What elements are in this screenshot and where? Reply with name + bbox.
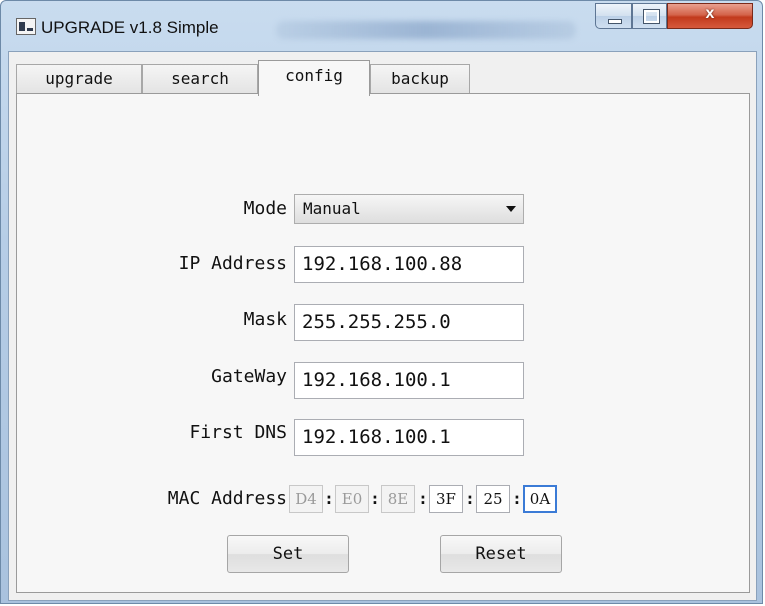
tab-config[interactable]: config (258, 60, 370, 96)
title-bar[interactable]: UPGRADE v1.8 Simple x (1, 1, 762, 51)
mac-address-label: MAC Address (167, 488, 287, 509)
close-icon: x (705, 5, 715, 22)
ip-address-label: IP Address (178, 253, 287, 274)
mac-separator: : (324, 489, 334, 508)
mode-select-value: Manual (303, 199, 361, 218)
title-blurred-region (276, 21, 576, 39)
mac-octet-1[interactable]: D4 (289, 485, 323, 513)
tab-upgrade[interactable]: upgrade (16, 64, 142, 94)
minimize-button[interactable] (595, 3, 632, 29)
ip-address-field[interactable]: 192.168.100.88 (294, 246, 524, 283)
mac-octet-6[interactable]: 0A (523, 485, 557, 513)
first-dns-label: First DNS (189, 422, 287, 443)
mac-address-group: D4 : E0 : 8E : 3F : 25 : 0A (289, 485, 589, 513)
client-area: upgrade search config backup Mode Manual… (8, 51, 757, 601)
mac-separator: : (370, 489, 380, 508)
mac-separator: : (418, 489, 428, 508)
caption-buttons: x (595, 3, 753, 31)
window-title: UPGRADE v1.8 Simple (41, 18, 219, 37)
app-icon (16, 18, 36, 35)
gateway-label: GateWay (211, 366, 287, 387)
first-dns-field[interactable]: 192.168.100.1 (294, 419, 524, 456)
mask-field[interactable]: 255.255.255.0 (294, 304, 524, 341)
gateway-field[interactable]: 192.168.100.1 (294, 362, 524, 399)
mac-separator: : (465, 489, 475, 508)
set-button[interactable]: Set (227, 535, 349, 573)
reset-button[interactable]: Reset (440, 535, 562, 573)
mask-label: Mask (243, 309, 287, 330)
close-button[interactable]: x (667, 3, 753, 29)
tab-backup[interactable]: backup (370, 64, 470, 94)
tab-bar: upgrade search config backup (16, 60, 756, 96)
maximize-button[interactable] (632, 3, 667, 29)
mac-octet-3[interactable]: 8E (381, 485, 415, 513)
mac-octet-2[interactable]: E0 (335, 485, 369, 513)
mac-octet-5[interactable]: 25 (476, 485, 510, 513)
config-tab-pane: Mode Manual IP Address 192.168.100.88 Ma… (16, 93, 750, 593)
app-window: UPGRADE v1.8 Simple x upgrade search con… (0, 0, 763, 604)
chevron-down-icon[interactable] (498, 195, 523, 223)
mac-separator: : (512, 489, 522, 508)
tab-search[interactable]: search (142, 64, 258, 94)
mode-label: Mode (243, 198, 287, 219)
mode-select[interactable]: Manual (294, 194, 524, 224)
mac-octet-4[interactable]: 3F (429, 485, 463, 513)
